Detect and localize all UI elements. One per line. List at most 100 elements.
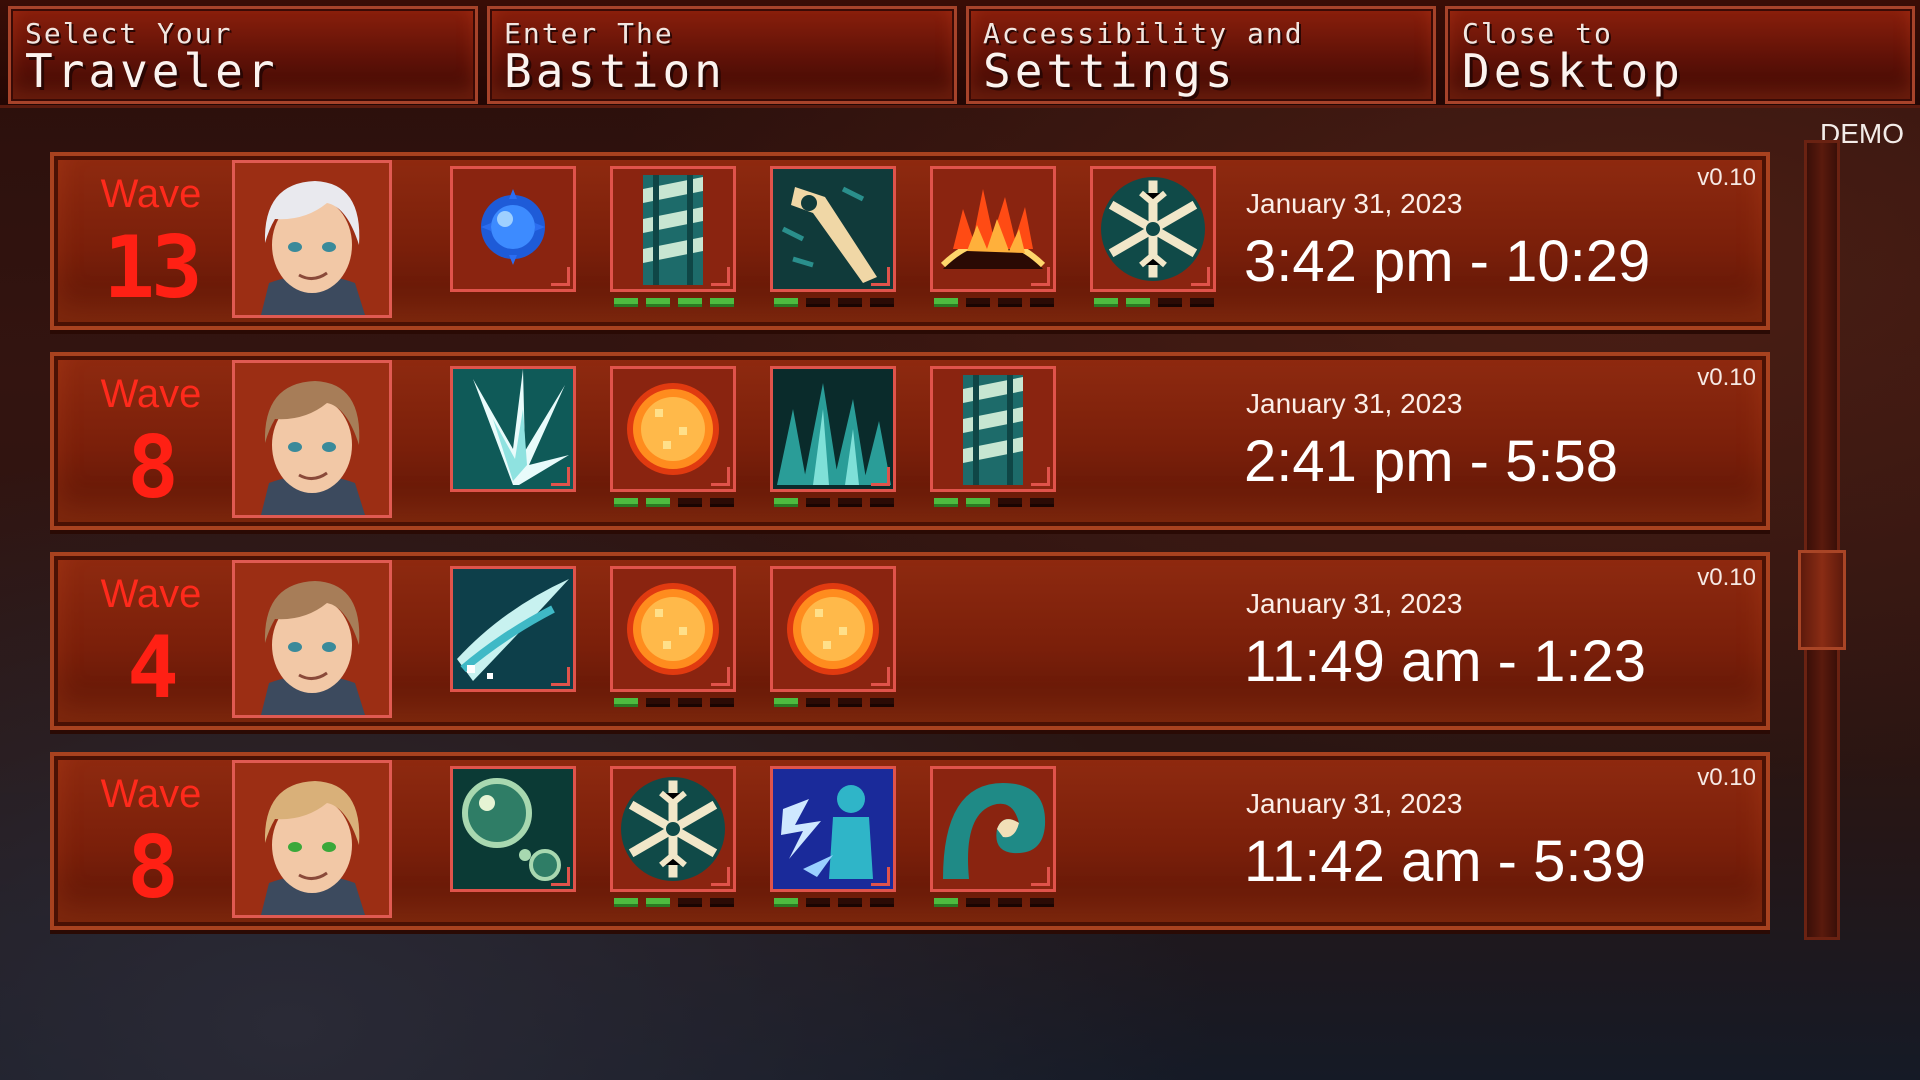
hero-portrait-white-haired-hero xyxy=(232,160,392,318)
run-time-duration: 2:41 pm - 5:58 xyxy=(1244,429,1618,494)
ability-slot xyxy=(1090,166,1216,307)
ability-slot xyxy=(610,366,736,507)
snowflake-icon xyxy=(1090,166,1216,292)
key-blade-icon xyxy=(770,166,896,292)
ability-slot xyxy=(930,166,1056,307)
scrollbar-track[interactable] xyxy=(1804,140,1840,940)
upgrade-pip-empty xyxy=(678,698,702,707)
upgrade-pip-filled xyxy=(614,298,638,307)
ability-slot xyxy=(770,766,896,907)
run-time-duration: 11:49 am - 1:23 xyxy=(1244,629,1646,694)
upgrade-level-pips xyxy=(774,698,894,707)
sun-orb-icon xyxy=(770,566,896,692)
wind-slash-icon xyxy=(450,566,576,692)
crystal-spikes-icon xyxy=(770,366,896,492)
menu-big-label: Traveler xyxy=(25,44,279,98)
wave-number: 8 xyxy=(127,818,179,918)
version-label: v0.10 xyxy=(1697,564,1756,591)
upgrade-level-pips xyxy=(774,898,894,907)
wave-label: Wave xyxy=(100,172,202,216)
upgrade-pip-filled xyxy=(934,498,958,507)
run-record-row[interactable]: Wave 13 January 31, 2023 3:42 pm - 10:29 v0… xyxy=(50,152,1770,330)
upgrade-level-pips xyxy=(934,298,1054,307)
hero-portrait-blonde-hero xyxy=(232,760,392,918)
upgrade-pip-empty xyxy=(806,698,830,707)
upgrade-pip-empty xyxy=(998,298,1022,307)
run-date: January 31, 2023 xyxy=(1246,588,1463,619)
upgrade-pip-filled xyxy=(646,898,670,907)
upgrade-pip-empty xyxy=(646,698,670,707)
upgrade-pip-empty xyxy=(710,898,734,907)
drill-pillar-icon xyxy=(610,166,736,292)
run-date: January 31, 2023 xyxy=(1246,388,1463,419)
ability-slot xyxy=(450,766,576,892)
upgrade-pip-filled xyxy=(774,298,798,307)
upgrade-pip-empty xyxy=(710,498,734,507)
upgrade-pip-empty xyxy=(966,898,990,907)
wave-label: Wave xyxy=(100,772,202,816)
upgrade-pip-filled xyxy=(646,498,670,507)
run-record-row[interactable]: Wave 4 January 31, 2023 11:49 am - 1:23 v0.… xyxy=(50,552,1770,730)
upgrade-pip-filled xyxy=(774,498,798,507)
upgrade-pip-empty xyxy=(870,898,894,907)
run-time-duration: 11:42 am - 5:39 xyxy=(1244,829,1646,894)
wave-icon xyxy=(930,766,1056,892)
upgrade-level-pips xyxy=(774,498,894,507)
upgrade-pip-empty xyxy=(806,298,830,307)
upgrade-pip-empty xyxy=(678,498,702,507)
upgrade-pip-empty xyxy=(870,498,894,507)
version-label: v0.10 xyxy=(1697,764,1756,791)
upgrade-level-pips xyxy=(614,898,734,907)
run-time-duration: 3:42 pm - 10:29 xyxy=(1244,229,1651,294)
upgrade-pip-empty xyxy=(998,898,1022,907)
upgrade-pip-filled xyxy=(678,298,702,307)
upgrade-level-pips xyxy=(934,898,1054,907)
drill-pillar-icon xyxy=(930,366,1056,492)
fire-ring-icon xyxy=(930,166,1056,292)
upgrade-pip-empty xyxy=(998,498,1022,507)
ability-slot xyxy=(930,366,1056,507)
ability-slot xyxy=(610,166,736,307)
scrollbar-thumb[interactable] xyxy=(1798,550,1846,650)
run-record-row[interactable]: Wave 8 January 31, 2023 11:42 am - 5:39 v0.… xyxy=(50,752,1770,930)
run-date: January 31, 2023 xyxy=(1246,188,1463,219)
accessibility-settings-button[interactable]: Accessibility and Settings xyxy=(966,6,1436,104)
ability-slot xyxy=(610,566,736,707)
upgrade-pip-empty xyxy=(838,298,862,307)
wave-number: 4 xyxy=(127,618,179,718)
enter-bastion-button[interactable]: Enter The Bastion xyxy=(487,6,957,104)
lightning-figure-icon xyxy=(770,766,896,892)
upgrade-level-pips xyxy=(934,498,1054,507)
menu-big-label: Settings xyxy=(983,44,1237,98)
upgrade-pip-empty xyxy=(806,498,830,507)
ability-slot xyxy=(770,166,896,307)
upgrade-level-pips xyxy=(774,298,894,307)
upgrade-level-pips xyxy=(614,298,734,307)
snowflake-icon xyxy=(610,766,736,892)
wave-number: 8 xyxy=(127,418,179,518)
ability-slot xyxy=(450,366,576,492)
wave-number: 13 xyxy=(103,218,203,318)
upgrade-pip-filled xyxy=(710,298,734,307)
wave-label: Wave xyxy=(100,372,202,416)
upgrade-level-pips xyxy=(614,698,734,707)
close-to-desktop-button[interactable]: Close to Desktop xyxy=(1445,6,1915,104)
ability-slot xyxy=(930,766,1056,907)
select-traveler-button[interactable]: Select Your Traveler xyxy=(8,6,478,104)
hero-portrait-brown-haired-hero xyxy=(232,360,392,518)
upgrade-pip-filled xyxy=(614,498,638,507)
hero-portrait-brown-haired-hero xyxy=(232,560,392,718)
upgrade-pip-filled xyxy=(646,298,670,307)
ability-slot xyxy=(450,566,576,692)
upgrade-pip-filled xyxy=(966,498,990,507)
ability-slot xyxy=(450,166,576,292)
blue-orb-icon xyxy=(450,166,576,292)
upgrade-pip-empty xyxy=(838,698,862,707)
upgrade-pip-filled xyxy=(614,898,638,907)
upgrade-pip-filled xyxy=(614,698,638,707)
upgrade-pip-empty xyxy=(1030,498,1054,507)
ice-burst-icon xyxy=(450,366,576,492)
wave-label: Wave xyxy=(100,572,202,616)
upgrade-pip-filled xyxy=(934,898,958,907)
run-record-row[interactable]: Wave 8 January 31, 2023 2:41 pm - 5:58 v0.1… xyxy=(50,352,1770,530)
